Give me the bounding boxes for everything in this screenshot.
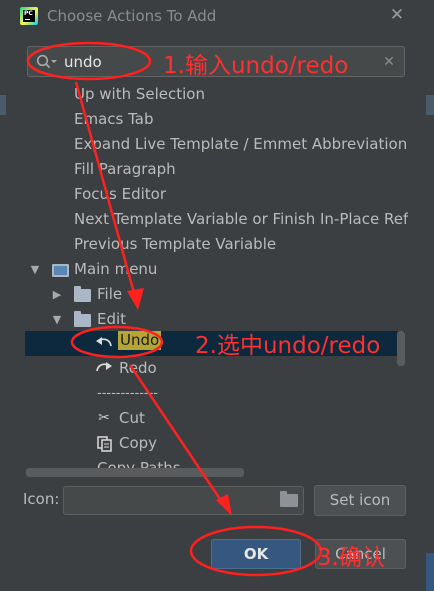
annotation-step3: 3.确认	[317, 545, 385, 571]
tree-item[interactable]: Next Template Variable or Finish In-Plac…	[25, 207, 408, 232]
scissors-icon: ✂	[98, 410, 110, 426]
folder-icon	[74, 286, 91, 302]
tree-item-label: Redo	[119, 359, 157, 377]
browse-folder-icon[interactable]	[280, 491, 298, 507]
tree-item[interactable]: Up with Selection	[25, 82, 405, 107]
tree-item-label: File	[97, 285, 123, 303]
folder-icon	[74, 311, 91, 327]
background-window-button	[426, 553, 434, 591]
search-icon[interactable]	[36, 54, 58, 70]
icon-label: Icon:	[23, 490, 60, 508]
horizontal-scrollbar[interactable]	[26, 468, 244, 477]
icon-path-field[interactable]	[63, 486, 304, 515]
menu-folder-icon	[52, 264, 69, 277]
tree-group-main-menu[interactable]: ▼ Main menu	[25, 257, 405, 282]
tree-item-label: Previous Template Variable	[74, 235, 277, 253]
tree-item-label: Cut	[119, 409, 145, 427]
undo-arrow-icon	[96, 337, 112, 347]
tree-item-label: Next Template Variable or Finish In-Plac…	[74, 210, 408, 228]
tree-item-label: Emacs Tab	[74, 110, 154, 128]
tree-item-cut[interactable]: ✂ Cut	[25, 406, 405, 431]
tree-item-label: Fill Paragraph	[74, 160, 176, 178]
tree-item[interactable]: Emacs Tab	[25, 107, 405, 132]
tree-item[interactable]: Previous Template Variable	[25, 232, 405, 257]
tree-group-file[interactable]: ▶ File	[25, 282, 405, 307]
set-icon-button[interactable]: Set icon	[314, 485, 406, 516]
ok-button[interactable]: OK	[211, 539, 301, 569]
logo-text: PC	[24, 10, 33, 17]
tree-item-label: Up with Selection	[74, 85, 205, 103]
expanded-arrow-icon[interactable]: ▼	[28, 257, 42, 282]
pycharm-logo-icon: PC	[20, 7, 38, 25]
close-icon[interactable]: ✕	[388, 6, 406, 24]
background-window-edge	[0, 95, 6, 115]
dialog-title: Choose Actions To Add	[47, 7, 217, 25]
separator-item: -------------	[25, 381, 405, 406]
tree-item-label: Undo	[118, 331, 162, 350]
vertical-scrollbar[interactable]	[397, 331, 405, 366]
tree-item[interactable]: Fill Paragraph	[25, 157, 405, 182]
tree-item[interactable]: Expand Live Template / Emmet Abbreviatio…	[25, 132, 408, 157]
annotation-step2: 2.选中undo/redo	[195, 333, 381, 359]
tree-item-label: Edit	[97, 310, 127, 328]
background-window-edge-right	[426, 95, 434, 115]
redo-arrow-icon	[96, 362, 112, 372]
copy-icon	[97, 436, 112, 452]
tree-item-copy[interactable]: Copy	[25, 431, 405, 456]
tree-item-label: Copy	[119, 434, 158, 452]
expanded-arrow-icon[interactable]: ▼	[50, 307, 64, 332]
tree-item-label: Main menu	[74, 260, 158, 278]
annotation-step1: 1.输入undo/redo	[163, 53, 349, 79]
clear-search-icon[interactable]: ✕	[382, 53, 396, 71]
collapsed-arrow-icon[interactable]: ▶	[50, 282, 64, 307]
tree-item[interactable]: Focus Editor	[25, 182, 405, 207]
separator-label: -------------	[97, 386, 158, 401]
tree-item-label: Expand Live Template / Emmet Abbreviatio…	[74, 135, 408, 153]
action-tree[interactable]: Up with Selection Emacs Tab Expand Live …	[25, 82, 408, 480]
tree-item-label: Focus Editor	[74, 185, 166, 203]
